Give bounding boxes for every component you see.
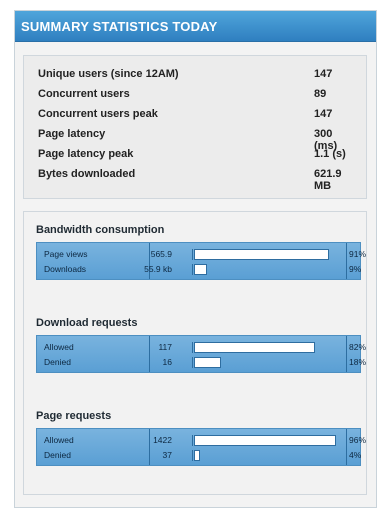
bar-label: Downloads <box>44 264 87 274</box>
percent-divider <box>346 336 347 372</box>
summary-stats-section: Unique users (since 12AM) 147 Concurrent… <box>23 55 367 199</box>
stat-value: 621.9 MB <box>314 168 342 192</box>
bar-count: 16 <box>162 357 172 367</box>
bar-count: 565.9 <box>150 249 172 259</box>
stat-row-page-latency-peak: Page latency peak 1.1 (s) <box>38 148 358 166</box>
bar-track <box>192 450 343 461</box>
bar-percent: 91% <box>349 249 367 259</box>
bar-percent: 82% <box>349 342 367 352</box>
download-requests-title: Download requests <box>36 317 138 329</box>
stat-label: Concurrent users peak <box>38 108 158 120</box>
bar-row-downloads: Downloads 55.9 kb 9% <box>37 262 362 277</box>
stat-label: Concurrent users <box>38 88 130 100</box>
bar-track <box>192 435 343 446</box>
bar-track <box>192 357 343 368</box>
summary-panel: SUMMARY STATISTICS TODAY Unique users (s… <box>14 10 377 508</box>
bar-count: 55.9 kb <box>144 264 172 274</box>
bar-label: Denied <box>44 450 71 460</box>
percent-divider <box>346 243 347 279</box>
bar-count: 1422 <box>153 435 172 445</box>
stat-value: 1.1 (s) <box>314 148 346 160</box>
stat-row-concurrent-peak: Concurrent users peak 147 <box>38 108 358 126</box>
bar-fill <box>194 342 315 353</box>
bar-percent: 9% <box>349 264 362 274</box>
bar-track <box>192 249 343 260</box>
bar-track <box>192 342 343 353</box>
bar-row-denied: Denied 37 4% <box>37 448 362 463</box>
bar-count: 37 <box>162 450 172 460</box>
usage-bars-section: Bandwidth consumption Page views 565.9 9… <box>23 211 367 495</box>
bar-label: Page views <box>44 249 88 259</box>
panel-header: SUMMARY STATISTICS TODAY <box>15 11 376 42</box>
stat-label: Unique users (since 12AM) <box>38 68 179 80</box>
bar-fill <box>194 249 329 260</box>
bar-row-denied: Denied 16 18% <box>37 355 366 370</box>
bar-label: Allowed <box>44 435 74 445</box>
percent-divider <box>346 429 347 465</box>
bar-label: Denied <box>44 357 71 367</box>
stat-label: Page latency <box>38 128 106 140</box>
stat-label: Page latency peak <box>38 148 134 160</box>
bar-fill <box>194 435 336 446</box>
panel-title: SUMMARY STATISTICS TODAY <box>21 19 218 34</box>
bandwidth-box: Page views 565.9 91% Downloads 55.9 kb 9… <box>36 242 366 280</box>
page-requests-title: Page requests <box>36 410 112 422</box>
stat-row-concurrent-users: Concurrent users 89 <box>38 88 358 106</box>
stat-value: 147 <box>314 108 333 120</box>
stat-label: Bytes downloaded <box>38 168 136 180</box>
bar-percent: 18% <box>349 357 367 367</box>
download-requests-box: Allowed 117 82% Denied 16 18% <box>36 335 366 373</box>
stat-value: 147 <box>314 68 333 80</box>
bar-row-page-views: Page views 565.9 91% <box>37 247 366 262</box>
bar-fill <box>194 264 207 275</box>
bar-count: 117 <box>158 342 172 352</box>
bar-label: Allowed <box>44 342 74 352</box>
bandwidth-title: Bandwidth consumption <box>36 224 165 236</box>
bar-row-allowed: Allowed 117 82% <box>37 340 366 355</box>
page-requests-box: Allowed 1422 96% Denied 37 4% <box>36 428 366 466</box>
stat-row-unique-users: Unique users (since 12AM) 147 <box>38 68 358 86</box>
bar-row-allowed: Allowed 1422 96% <box>37 433 366 448</box>
bar-track <box>192 264 343 275</box>
stat-row-bytes-downloaded: Bytes downloaded 621.9 MB <box>38 168 358 192</box>
stat-row-page-latency: Page latency 300 (ms) <box>38 128 358 152</box>
bar-percent: 4% <box>349 450 362 460</box>
bar-percent: 96% <box>349 435 367 445</box>
bar-fill <box>194 450 200 461</box>
stat-value: 89 <box>314 88 327 100</box>
bar-fill <box>194 357 221 368</box>
